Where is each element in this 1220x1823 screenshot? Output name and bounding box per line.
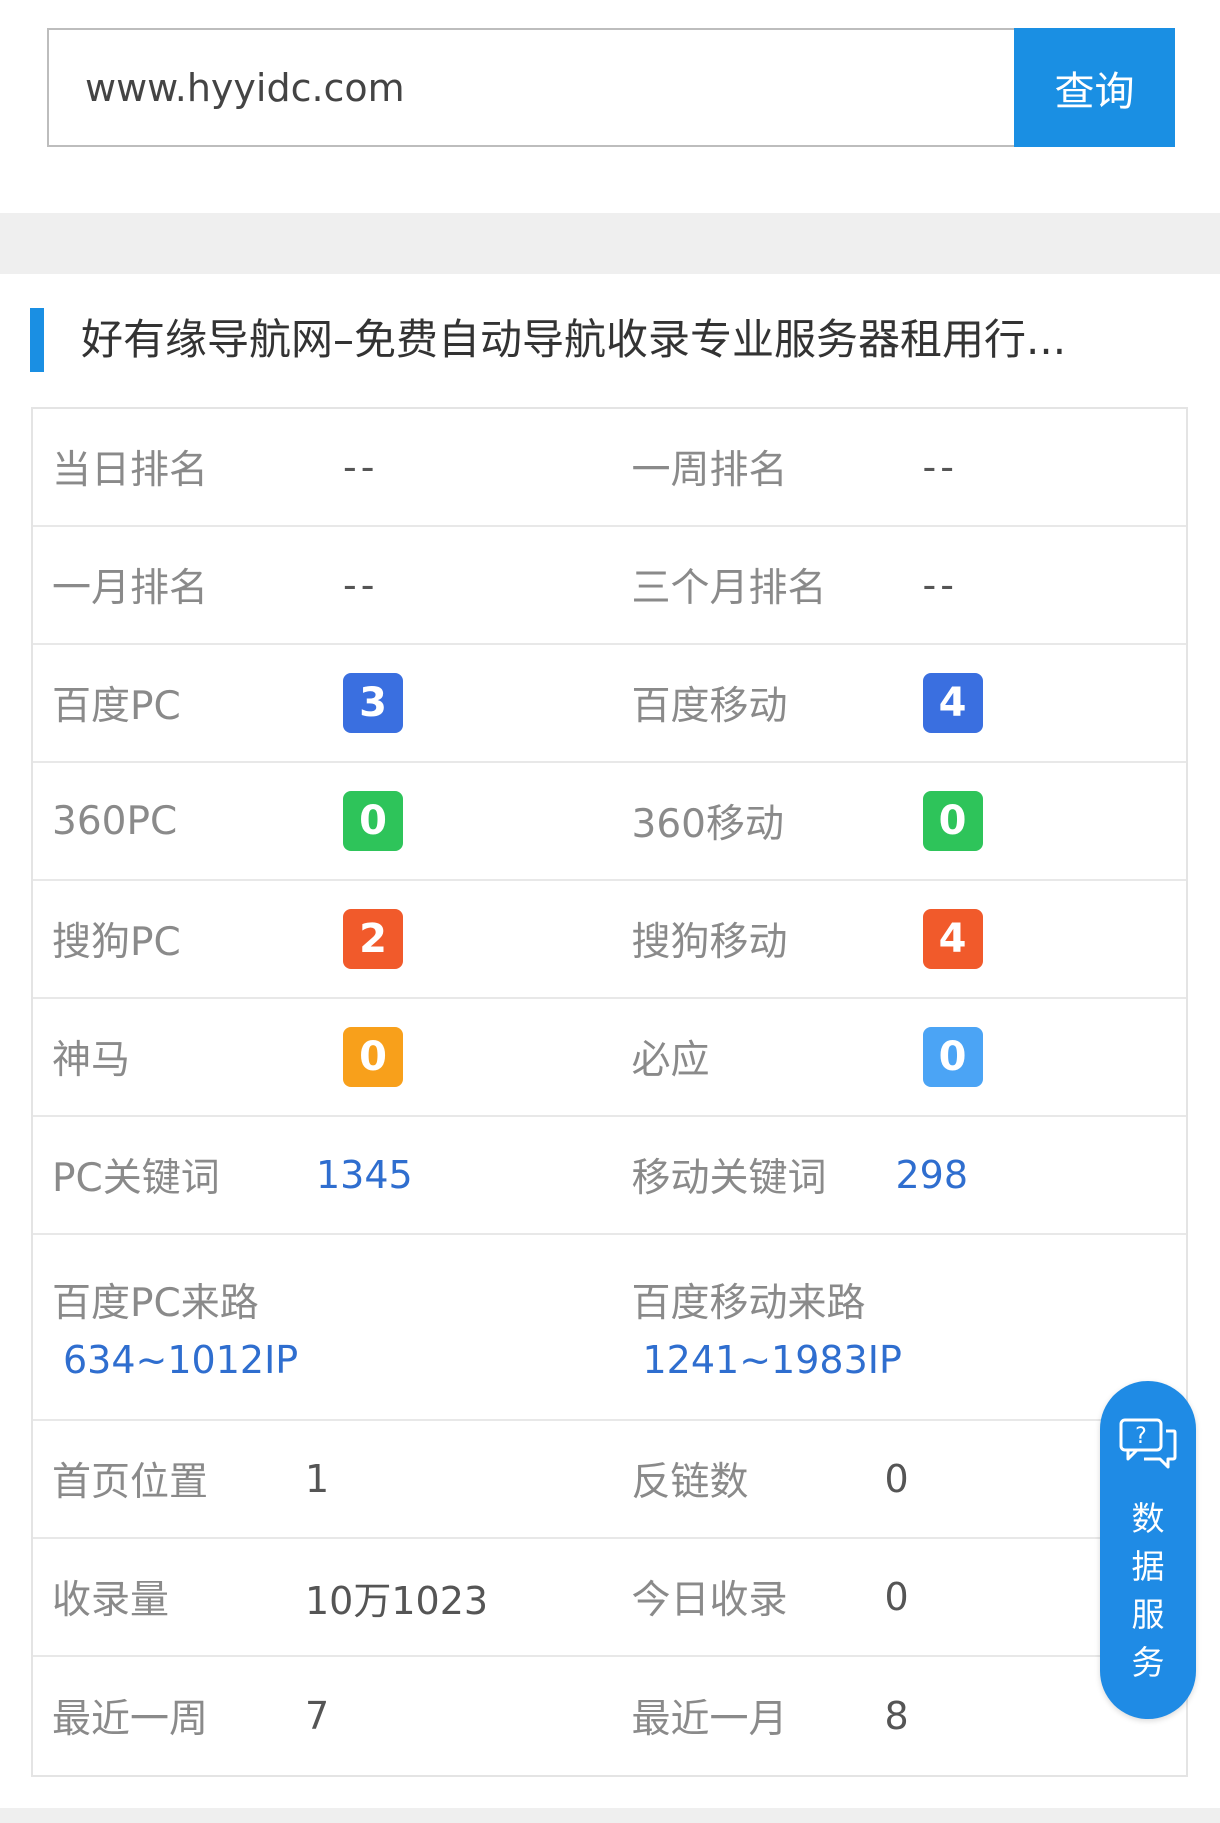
data-service-float-button[interactable]: ? 数 据 服 务 xyxy=(1100,1381,1196,1719)
stats-row: 最近一周 7 最近一月 8 xyxy=(33,1657,1186,1775)
question-chat-icon: ? xyxy=(1119,1418,1177,1469)
stat-value: 7 xyxy=(305,1694,330,1738)
stat-label: 最近一周 xyxy=(52,1697,209,1742)
360-mobile-cell: 360移动 0 xyxy=(610,763,1187,879)
stats-row: 首页位置 1 反链数 0 xyxy=(33,1421,1186,1539)
week-rank-cell: 一周排名 -- xyxy=(610,409,1187,525)
title-accent-bar xyxy=(30,308,44,372)
stat-value: 0 xyxy=(884,1575,909,1619)
stat-value: -- xyxy=(922,445,958,489)
baidu-pc-traffic-cell: 百度PC来路 634~1012IP xyxy=(33,1235,610,1419)
svg-text:?: ? xyxy=(1135,1424,1147,1449)
indexed-count-cell: 收录量 10万1023 xyxy=(33,1539,610,1655)
stats-row: 收录量 10万1023 今日收录 0 xyxy=(33,1539,1186,1657)
stats-row: 360PC 0 360移动 0 xyxy=(33,763,1186,881)
stat-label: 搜狗移动 xyxy=(631,920,788,965)
stat-label: 360PC xyxy=(52,798,178,844)
stat-label: 必应 xyxy=(631,1038,710,1083)
sogou-pc-cell: 搜狗PC 2 xyxy=(33,881,610,997)
stats-row: 搜狗PC 2 搜狗移动 4 xyxy=(33,881,1186,999)
baidu-pc-weight-badge: 3 xyxy=(343,673,403,733)
baidu-mobile-traffic-cell: 百度移动来路 1241~1983IP xyxy=(610,1235,1187,1419)
stat-label: 搜狗PC xyxy=(52,920,181,965)
shenma-cell: 神马 0 xyxy=(33,999,610,1115)
float-char: 据 xyxy=(1131,1547,1165,1586)
stat-value: 8 xyxy=(884,1694,909,1738)
stat-label: 神马 xyxy=(52,1038,131,1083)
stats-row: 当日排名 -- 一周排名 -- xyxy=(33,409,1186,527)
stats-row: PC关键词 1345 移动关键词 298 xyxy=(33,1117,1186,1235)
stat-value: 634~1012IP xyxy=(63,1338,299,1382)
domain-search-input[interactable] xyxy=(47,28,1014,147)
stat-value: -- xyxy=(922,563,958,607)
stat-label: 移动关键词 xyxy=(631,1156,827,1201)
day-rank-cell: 当日排名 -- xyxy=(33,409,610,525)
stat-label: 一月排名 xyxy=(52,566,209,611)
360-mobile-weight-badge: 0 xyxy=(922,791,983,851)
stat-value: 10万1023 xyxy=(305,1578,489,1623)
stat-value: 1241~1983IP xyxy=(642,1338,902,1382)
bing-cell: 必应 0 xyxy=(610,999,1187,1115)
stat-value: -- xyxy=(343,563,379,607)
stats-row: 神马 0 必应 0 xyxy=(33,999,1186,1117)
three-month-rank-cell: 三个月排名 -- xyxy=(610,527,1187,643)
bottom-divider xyxy=(0,1808,1220,1823)
stat-label: 百度PC来路 xyxy=(52,1281,259,1326)
360-pc-weight-badge: 0 xyxy=(343,791,403,851)
site-title: 好有缘导航网–免费自动导航收录专业服务器租用行... xyxy=(81,315,1067,364)
stats-row: 一月排名 -- 三个月排名 -- xyxy=(33,527,1186,645)
mobile-keywords-cell: 移动关键词 298 xyxy=(610,1117,1187,1233)
section-divider xyxy=(0,213,1220,274)
stat-label: 最近一月 xyxy=(631,1697,788,1742)
stat-value: 1 xyxy=(305,1457,330,1501)
sogou-mobile-cell: 搜狗移动 4 xyxy=(610,881,1187,997)
float-button-label: 数 据 服 务 xyxy=(1132,1495,1165,1687)
float-char: 服 xyxy=(1131,1595,1165,1634)
stat-label: 当日排名 xyxy=(52,448,209,493)
stat-label: 今日收录 xyxy=(631,1578,788,1623)
stat-label: 收录量 xyxy=(52,1578,170,1623)
sogou-pc-weight-badge: 2 xyxy=(343,909,403,969)
query-button[interactable]: 查询 xyxy=(1014,28,1175,147)
baidu-mobile-cell: 百度移动 4 xyxy=(610,645,1187,761)
stat-value: 0 xyxy=(884,1457,909,1501)
homepage-position-cell: 首页位置 1 xyxy=(33,1421,610,1537)
last-week-cell: 最近一周 7 xyxy=(33,1657,610,1775)
pc-keywords-cell: PC关键词 1345 xyxy=(33,1117,610,1233)
360-pc-cell: 360PC 0 xyxy=(33,763,610,879)
baidu-pc-cell: 百度PC 3 xyxy=(33,645,610,761)
stat-label: 百度移动来路 xyxy=(631,1281,866,1326)
bing-weight-badge: 0 xyxy=(922,1027,983,1087)
stat-label: 百度移动 xyxy=(631,684,788,729)
pc-keywords-link[interactable]: 1345 xyxy=(316,1153,413,1197)
shenma-weight-badge: 0 xyxy=(343,1027,403,1087)
stat-label: 360移动 xyxy=(631,802,784,847)
baidu-mobile-weight-badge: 4 xyxy=(922,673,983,733)
search-bar: 查询 xyxy=(47,28,1175,147)
stats-row: 百度PC来路 634~1012IP 百度移动来路 1241~1983IP xyxy=(33,1235,1186,1421)
month-rank-cell: 一月排名 -- xyxy=(33,527,610,643)
stat-label: 一周排名 xyxy=(631,448,788,493)
float-char: 数 xyxy=(1131,1499,1165,1538)
stat-value: -- xyxy=(343,445,379,489)
float-char: 务 xyxy=(1131,1643,1165,1682)
seo-stats-table: 当日排名 -- 一周排名 -- 一月排名 -- 三个月排名 -- 百度PC 3 … xyxy=(31,407,1188,1777)
stat-label: 首页位置 xyxy=(52,1460,209,1505)
stat-label: 三个月排名 xyxy=(631,566,827,611)
stats-row: 百度PC 3 百度移动 4 xyxy=(33,645,1186,763)
sogou-mobile-weight-badge: 4 xyxy=(922,909,983,969)
stat-label: 反链数 xyxy=(631,1460,749,1505)
stat-label: 百度PC xyxy=(52,684,181,729)
mobile-keywords-link[interactable]: 298 xyxy=(896,1153,969,1197)
stat-label: PC关键词 xyxy=(52,1156,220,1201)
